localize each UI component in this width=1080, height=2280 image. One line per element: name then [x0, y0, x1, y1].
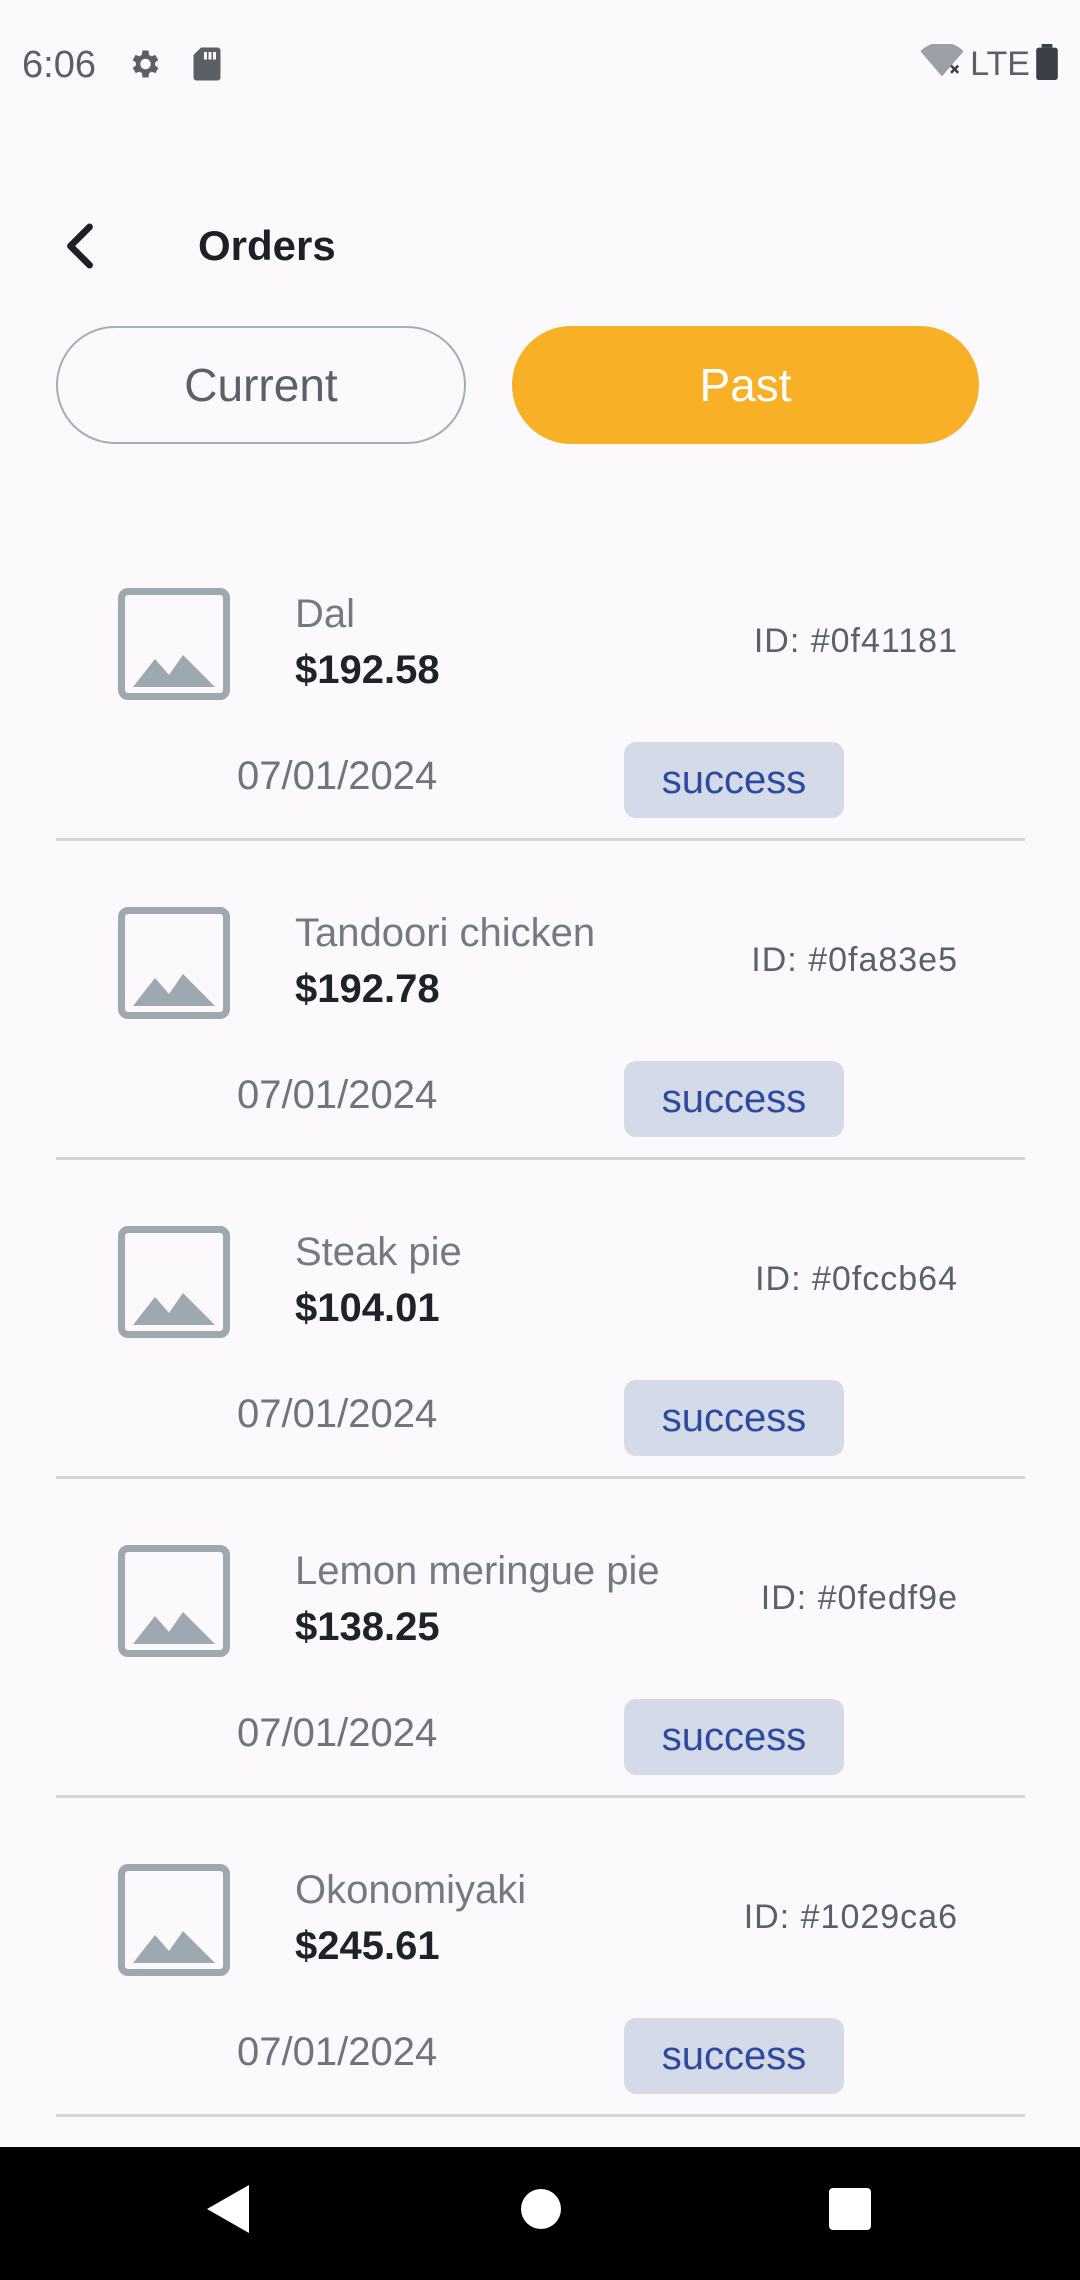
sd-card-icon	[192, 46, 222, 87]
order-item[interactable]: Lemon meringue pie $138.25 ID: #0fedf9e …	[0, 1517, 1080, 1836]
divider	[56, 2114, 1025, 2117]
nav-recents-icon[interactable]	[828, 2183, 872, 2236]
status-badge: success	[624, 1699, 844, 1775]
order-item[interactable]: Tandoori chicken $192.78 ID: #0fa83e5 07…	[0, 879, 1080, 1198]
order-date: 07/01/2024	[237, 1073, 438, 1117]
image-placeholder-icon	[118, 1864, 230, 1976]
divider	[56, 1476, 1025, 1479]
back-button[interactable]	[52, 218, 108, 274]
order-item[interactable]: Okonomiyaki $245.61 ID: #1029ca6 07/01/2…	[0, 1836, 1080, 2155]
status-badge: success	[624, 1380, 844, 1456]
chevron-left-icon	[67, 223, 93, 269]
status-right: LTE	[920, 42, 1058, 85]
status-badge: success	[624, 2018, 844, 2094]
network-type: LTE	[970, 45, 1030, 83]
order-price: $245.61	[295, 1924, 440, 1968]
order-id: ID: #0f41181	[753, 622, 958, 660]
status-time: 6:06	[22, 44, 96, 86]
order-date: 07/01/2024	[237, 2030, 438, 2074]
page-title: Orders	[198, 222, 336, 269]
order-price: $104.01	[295, 1286, 440, 1330]
image-placeholder-icon	[118, 588, 230, 700]
battery-icon	[1036, 44, 1058, 85]
image-placeholder-icon	[118, 1545, 230, 1657]
divider	[56, 1157, 1025, 1160]
order-price: $192.78	[295, 967, 440, 1011]
divider	[56, 838, 1025, 841]
settings-gear-icon	[126, 46, 162, 87]
divider	[56, 1795, 1025, 1798]
orders-list: Dal $192.58 ID: #0f41181 07/01/2024 succ…	[0, 560, 1080, 2155]
order-name: Dal	[295, 592, 356, 636]
order-name: Lemon meringue pie	[295, 1549, 660, 1593]
nav-home-icon[interactable]	[519, 2183, 563, 2236]
status-badge: success	[624, 1061, 844, 1137]
order-item[interactable]: Steak pie $104.01 ID: #0fccb64 07/01/202…	[0, 1198, 1080, 1517]
navigation-bar	[0, 2147, 1080, 2280]
order-id: ID: #0fccb64	[755, 1260, 958, 1298]
order-date: 07/01/2024	[237, 1711, 438, 1755]
order-price: $138.25	[295, 1605, 440, 1649]
order-name: Steak pie	[295, 1230, 462, 1274]
nav-back-icon[interactable]	[205, 2183, 251, 2240]
wifi-off-icon	[920, 42, 964, 85]
order-name: Tandoori chicken	[295, 911, 596, 955]
status-bar: 6:06 LTE	[0, 0, 1080, 130]
status-badge: success	[624, 742, 844, 818]
order-price: $192.58	[295, 648, 440, 692]
image-placeholder-icon	[118, 907, 230, 1019]
order-id: ID: #0fa83e5	[751, 941, 958, 979]
order-name: Okonomiyaki	[295, 1868, 527, 1912]
tab-current[interactable]: Current	[56, 326, 466, 444]
order-id: ID: #1029ca6	[743, 1898, 958, 1936]
tab-past[interactable]: Past	[512, 326, 979, 444]
order-date: 07/01/2024	[237, 754, 438, 798]
order-item[interactable]: Dal $192.58 ID: #0f41181 07/01/2024 succ…	[0, 560, 1080, 879]
image-placeholder-icon	[118, 1226, 230, 1338]
order-id: ID: #0fedf9e	[760, 1579, 958, 1617]
order-date: 07/01/2024	[237, 1392, 438, 1436]
